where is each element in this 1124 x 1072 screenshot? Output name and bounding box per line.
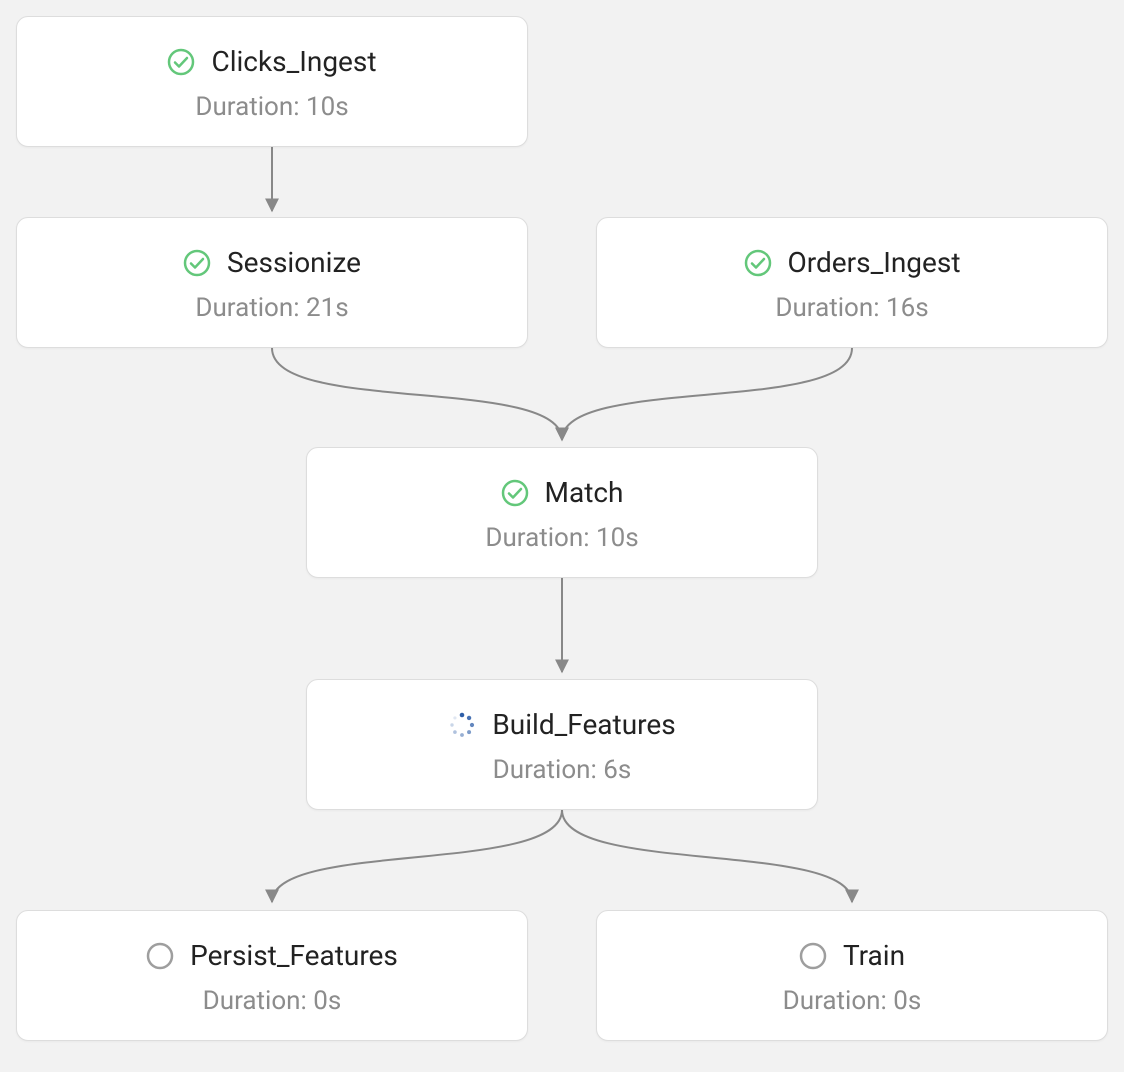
node-train[interactable]: Train Duration: 0s [596,910,1108,1041]
node-duration: Duration: 21s [195,293,348,323]
node-orders-ingest[interactable]: Orders_Ingest Duration: 16s [596,217,1108,348]
node-title: Build_Features [492,708,675,741]
check-circle-icon [167,48,195,76]
dag-canvas: Clicks_Ingest Duration: 10s Sessionize D… [0,0,1124,1072]
edge [272,810,562,902]
node-duration: Duration: 16s [775,293,928,323]
node-title: Persist_Features [190,939,398,972]
node-title: Sessionize [227,246,361,279]
check-circle-icon [501,479,529,507]
node-persist-features[interactable]: Persist_Features Duration: 0s [16,910,528,1041]
node-build-features[interactable]: Build_Features Duration: 6s [306,679,818,810]
node-title: Clicks_Ingest [211,45,376,78]
circle-icon [146,942,174,970]
node-title: Train [843,939,905,972]
node-duration: Duration: 0s [783,986,922,1016]
node-duration: Duration: 10s [195,92,348,122]
node-title: Match [545,476,624,509]
node-match[interactable]: Match Duration: 10s [306,447,818,578]
edge [562,810,852,902]
edge [272,348,562,440]
check-circle-icon [183,249,211,277]
node-duration: Duration: 6s [493,755,632,785]
node-clicks-ingest[interactable]: Clicks_Ingest Duration: 10s [16,16,528,147]
node-title: Orders_Ingest [788,246,961,279]
node-duration: Duration: 10s [485,523,638,553]
circle-icon [799,942,827,970]
edge [562,348,852,440]
node-duration: Duration: 0s [203,986,342,1016]
node-sessionize[interactable]: Sessionize Duration: 21s [16,217,528,348]
spinner-icon [448,711,476,739]
check-circle-icon [744,249,772,277]
